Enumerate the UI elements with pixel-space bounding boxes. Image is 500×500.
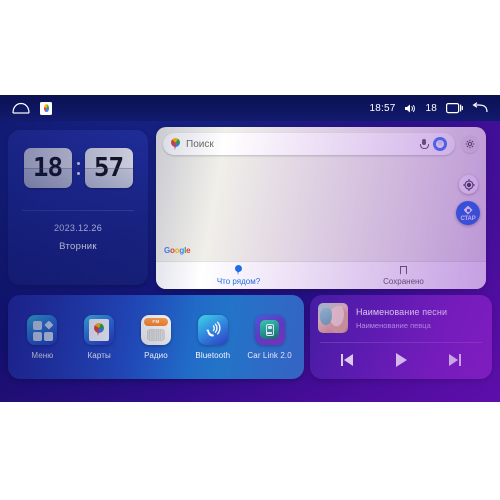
radio-band-label: FM: [152, 319, 160, 324]
clock-colon: [76, 161, 81, 175]
maps-bottom-nav: Что рядом? Сохранено: [156, 261, 486, 289]
maps-search-row: Поиск: [156, 127, 486, 161]
skip-next-icon[interactable]: [442, 350, 468, 370]
google-maps-card[interactable]: Поиск Google СТАР Что рядом? Сохранено: [156, 127, 486, 289]
volume-icon[interactable]: [404, 103, 416, 114]
status-bar-left: [0, 101, 52, 115]
clock-date: 2023.12.26: [53, 223, 103, 233]
home-icon[interactable]: [12, 102, 30, 114]
app-maps[interactable]: Карты: [73, 314, 125, 360]
music-controls: [310, 350, 492, 370]
album-art: [318, 303, 348, 333]
status-bar-right: 18:57 18: [369, 102, 500, 114]
music-meta: Наименование песни Наименование певца: [356, 307, 447, 330]
clock-minutes: 57: [93, 153, 124, 183]
car-head-unit-screen: 18:57 18 18 57 2023.12.26 Вторник Поиск …: [0, 95, 500, 402]
app-radio[interactable]: FM Радио: [130, 314, 182, 360]
gear-icon[interactable]: [461, 135, 479, 153]
app-dock: Меню Карты FM Радио Bluetooth Car Link 2…: [8, 295, 304, 379]
volume-level: 18: [425, 102, 437, 114]
bookmark-icon: [400, 265, 407, 275]
app-bluetooth-label: Bluetooth: [195, 350, 231, 360]
music-info-row: Наименование песни Наименование певца: [310, 295, 492, 333]
flip-clock: 18 57: [8, 148, 148, 188]
locate-me-icon[interactable]: [459, 175, 478, 194]
start-navigation-button[interactable]: СТАР: [456, 201, 480, 225]
app-bluetooth[interactable]: Bluetooth: [187, 314, 239, 360]
start-button-label: СТАР: [460, 215, 476, 222]
apps-grid-icon: [27, 314, 58, 345]
google-maps-badge-icon[interactable]: [40, 101, 52, 115]
music-player-widget[interactable]: Наименование песни Наименование певца: [310, 295, 492, 379]
maps-tab-nearby-label: Что рядом?: [216, 277, 261, 286]
music-title: Наименование песни: [356, 306, 448, 317]
app-radio-label: Радио: [144, 350, 168, 360]
status-bar: 18:57 18: [0, 95, 500, 121]
clock-minutes-card: 57: [84, 148, 133, 188]
app-car-link-label: Car Link 2.0: [247, 350, 292, 360]
map-pin-icon: [235, 265, 242, 275]
back-icon[interactable]: [472, 102, 488, 114]
car-link-icon: [254, 314, 285, 345]
fm-radio-icon: FM: [140, 314, 171, 345]
status-time: 18:57: [369, 102, 396, 114]
clock-weekday: Вторник: [59, 241, 97, 252]
account-avatar-icon[interactable]: [433, 137, 447, 151]
search-placeholder: Поиск: [186, 138, 214, 150]
play-icon[interactable]: [388, 350, 414, 370]
google-watermark: Google: [164, 246, 191, 255]
map-canvas[interactable]: Google СТАР: [156, 161, 486, 261]
music-artist: Наименование певца: [356, 320, 431, 330]
maps-tab-saved[interactable]: Сохранено: [321, 262, 486, 289]
clock-hours: 18: [32, 153, 63, 183]
screenshot-canvas: 18:57 18 18 57 2023.12.26 Вторник Поиск …: [0, 0, 500, 500]
google-maps-icon: [84, 314, 115, 345]
music-divider: [320, 342, 482, 343]
recents-icon[interactable]: [446, 102, 463, 114]
clock-widget[interactable]: 18 57 2023.12.26 Вторник: [8, 130, 148, 285]
maps-tab-saved-label: Сохранено: [383, 276, 424, 286]
clock-divider: [22, 210, 134, 211]
app-car-link[interactable]: Car Link 2.0: [244, 314, 296, 360]
skip-previous-icon[interactable]: [334, 350, 360, 370]
bluetooth-phone-icon: [197, 314, 228, 345]
google-maps-pin-icon: [171, 138, 180, 150]
app-menu[interactable]: Меню: [16, 314, 68, 360]
maps-tab-nearby[interactable]: Что рядом?: [156, 262, 321, 289]
search-input[interactable]: Поиск: [163, 133, 455, 155]
app-maps-label: Карты: [87, 350, 111, 360]
microphone-icon[interactable]: [420, 138, 429, 150]
app-menu-label: Меню: [31, 350, 54, 360]
clock-hours-card: 18: [23, 148, 72, 188]
navigation-diamond-icon: [463, 205, 473, 215]
